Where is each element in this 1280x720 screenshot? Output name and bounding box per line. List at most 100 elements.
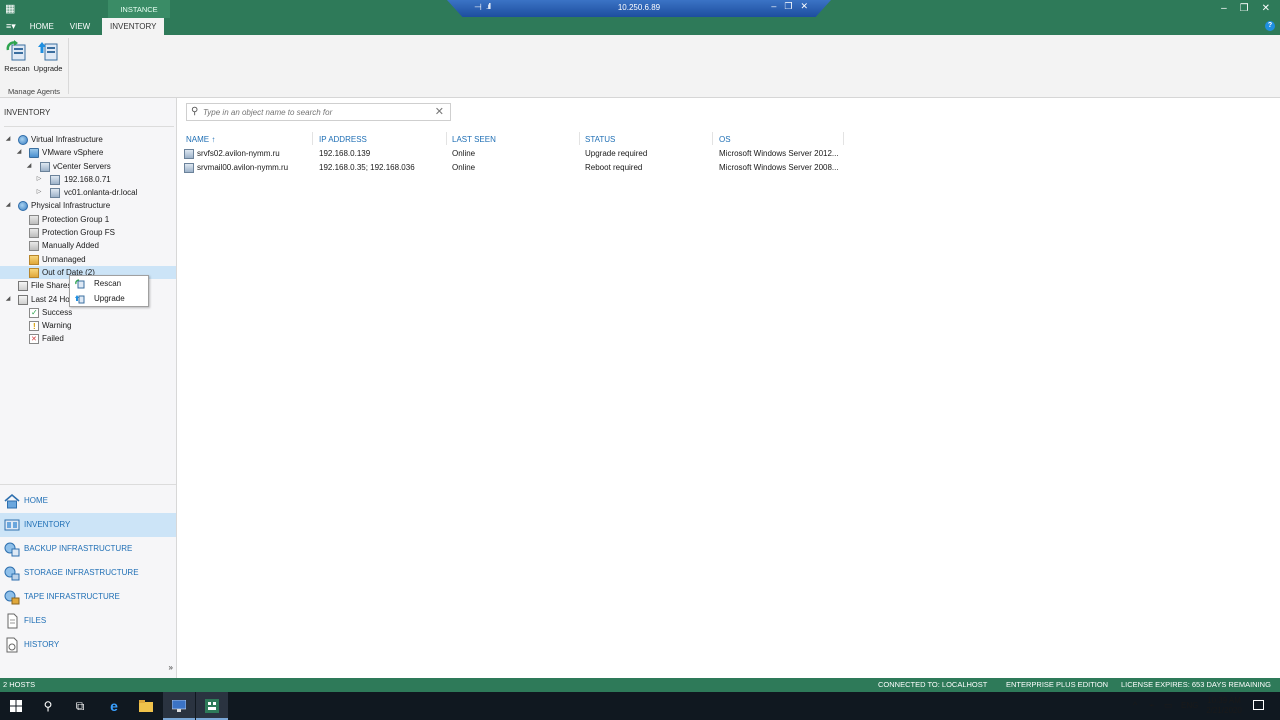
failed-icon <box>29 333 39 347</box>
ribbon: Rescan Upgrade Manage Agents <box>0 35 1280 98</box>
column-divider[interactable] <box>446 132 447 145</box>
file-explorer-icon[interactable] <box>130 692 162 720</box>
nav-inventory[interactable]: INVENTORY <box>0 513 176 537</box>
rescan-button[interactable]: Rescan <box>2 39 32 73</box>
tree-node-success[interactable]: Success <box>0 306 176 319</box>
restore-icon[interactable]: ❐ <box>1240 3 1249 14</box>
storage-infrastructure-icon <box>4 565 20 581</box>
success-icon <box>29 306 39 319</box>
nav-files[interactable]: FILES <box>0 609 176 633</box>
tab-view[interactable]: VIEW <box>62 18 98 35</box>
files-icon <box>4 613 20 629</box>
expand-icon[interactable]: ▷ <box>35 173 43 186</box>
notifications-icon[interactable] <box>1253 700 1264 710</box>
tape-infrastructure-icon <box>4 589 20 605</box>
nav-home[interactable]: HOME <box>0 489 176 513</box>
column-header-ip[interactable]: IP ADDRESS <box>319 135 367 144</box>
context-tab-label: INSTANCE TOOLS <box>108 0 170 33</box>
upgrade-button[interactable]: Upgrade <box>33 39 63 73</box>
column-header-last-seen[interactable]: LAST SEEN <box>452 135 496 144</box>
tree-node-label: Failed <box>42 334 64 344</box>
tree-node-protection-group-1[interactable]: Protection Group 1 <box>0 213 176 226</box>
collapse-icon[interactable]: ◢ <box>4 133 12 146</box>
task-view-icon[interactable]: ⧉ <box>64 692 96 720</box>
upgrade-label: Upgrade <box>33 64 63 73</box>
nav-backup-infrastructure[interactable]: BACKUP INFRASTRUCTURE <box>0 537 176 561</box>
collapse-icon[interactable]: ◢ <box>4 199 12 212</box>
column-header-name[interactable]: NAME ↑ <box>186 135 215 144</box>
hamburger-icon[interactable]: ≡▾ <box>0 18 22 35</box>
nav-label: FILES <box>24 616 47 625</box>
nav-label: BACKUP INFRASTRUCTURE <box>24 544 133 553</box>
tree-node-failed[interactable]: Failed <box>0 332 176 347</box>
restore-icon[interactable]: ❐ <box>784 1 792 12</box>
remote-session-bar: ⊣ .ıll 10.250.6.89 – ❐ ✕ <box>447 0 831 17</box>
table-row[interactable]: srvmail00.avilon-nymm.ru 192.168.0.35; 1… <box>182 161 847 175</box>
table-row[interactable]: srvfs02.avilon-nymm.ru 192.168.0.139 Onl… <box>182 147 847 161</box>
ribbon-group-divider <box>68 38 69 94</box>
chevron-up-icon[interactable]: ^ <box>1133 700 1137 710</box>
clear-icon[interactable]: ✕ <box>435 105 444 118</box>
search-icon[interactable]: ⚲ <box>32 692 64 720</box>
veeam-console-icon[interactable] <box>196 692 228 720</box>
tree-node-label: Physical Infrastructure <box>31 201 111 211</box>
column-divider[interactable] <box>712 132 713 145</box>
column-header-os[interactable]: OS <box>719 135 731 144</box>
tab-inventory[interactable]: INVENTORY <box>102 18 165 35</box>
tree-node-protection-group-fs[interactable]: Protection Group FS <box>0 226 176 239</box>
upgrade-icon <box>75 294 85 304</box>
tree-node-warning[interactable]: Warning <box>0 319 176 333</box>
nav-label: TAPE INFRASTRUCTURE <box>24 592 120 601</box>
cell-ip: 192.168.0.139 <box>319 149 371 158</box>
column-divider[interactable] <box>312 132 313 145</box>
tree-node-manually-added[interactable]: Manually Added <box>0 239 176 252</box>
tree-node-vcenter-servers[interactable]: ◢ vCenter Servers <box>0 160 176 173</box>
tree-node-vcenter[interactable]: ▷ vc01.onlanta-dr.local <box>0 186 176 199</box>
collapse-icon[interactable]: ◢ <box>25 160 33 173</box>
display-icon[interactable]: ▭ <box>1164 700 1173 711</box>
search-input[interactable] <box>203 106 429 119</box>
nav-label: HOME <box>24 496 48 505</box>
tree-node-label: Unmanaged <box>42 254 86 264</box>
tree-node-label: Success <box>42 307 73 317</box>
minimize-icon[interactable]: – <box>1221 3 1227 14</box>
collapse-icon[interactable]: ◢ <box>4 293 12 306</box>
clock[interactable]: 10:39 AM 2/21/2020 <box>1204 696 1244 716</box>
tree-node-unmanaged[interactable]: Unmanaged <box>0 253 176 266</box>
collapse-icon[interactable]: ◢ <box>15 146 23 159</box>
start-icon[interactable] <box>0 692 32 720</box>
language-indicator[interactable]: ENG <box>1181 701 1198 710</box>
expand-icon[interactable]: ▷ <box>35 186 43 199</box>
nav-history[interactable]: HISTORY <box>0 633 176 657</box>
clock-date: 2/21/2020 <box>1206 706 1242 715</box>
context-menu-rescan[interactable]: Rescan <box>70 276 148 291</box>
tree-node-host[interactable]: ▷ 192.168.0.71 <box>0 173 176 186</box>
remote-desktop-icon[interactable] <box>163 692 195 720</box>
close-icon[interactable]: ✕ <box>1262 3 1270 14</box>
expand-pane-icon[interactable]: » <box>169 663 173 672</box>
navigation-pane: INVENTORY ◢ Virtual Infrastructure ◢ VMw… <box>0 98 177 678</box>
close-icon[interactable]: ✕ <box>800 1 808 12</box>
nav-storage-infrastructure[interactable]: STORAGE INFRASTRUCTURE <box>0 561 176 585</box>
vcenter-icon <box>50 188 60 199</box>
veeam-logo-icon[interactable]: ▦ <box>5 3 17 15</box>
network-icon[interactable]: ⌁ <box>1149 700 1154 711</box>
help-icon[interactable]: ? <box>1265 21 1275 31</box>
tree-node-vmware-vsphere[interactable]: ◢ VMware vSphere <box>0 146 176 159</box>
nav-tape-infrastructure[interactable]: TAPE INFRASTRUCTURE <box>0 585 176 609</box>
edge-icon[interactable]: e <box>98 692 130 720</box>
column-divider[interactable] <box>579 132 580 145</box>
upgrade-icon <box>37 40 59 62</box>
rescan-icon <box>6 40 28 62</box>
column-header-status[interactable]: STATUS <box>585 135 615 144</box>
column-divider[interactable] <box>843 132 844 145</box>
tab-home[interactable]: HOME <box>22 18 62 35</box>
minimize-icon[interactable]: – <box>771 1 776 12</box>
context-menu-upgrade[interactable]: Upgrade <box>70 291 148 306</box>
tree-node-label: 192.168.0.71 <box>64 174 111 184</box>
computer-icon <box>184 149 194 159</box>
tree-node-virtual-infrastructure[interactable]: ◢ Virtual Infrastructure <box>0 133 176 146</box>
tree-node-physical-infrastructure[interactable]: ◢ Physical Infrastructure <box>0 199 176 212</box>
rescan-label: Rescan <box>4 64 30 73</box>
nav-divider <box>0 484 176 485</box>
